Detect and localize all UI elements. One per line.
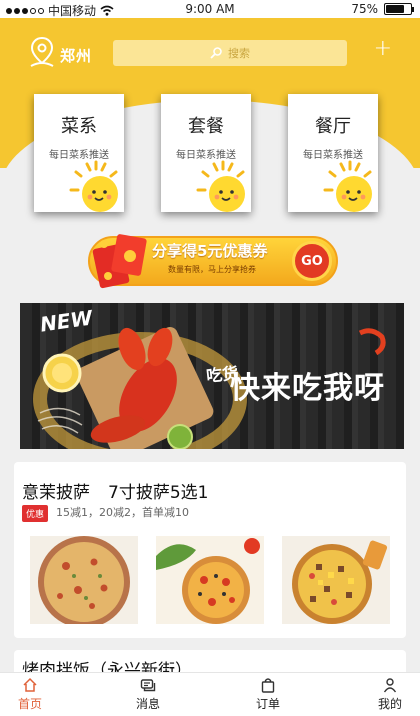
category-card-restaurant[interactable]: 餐厅 每日菜系推送 [288,94,378,212]
restaurant-tagline: 7寸披萨5选1 [108,483,209,503]
promo-banner-image[interactable]: NEW 吃货 快来吃我呀 [20,303,404,449]
sun-mascot-icon [69,160,118,212]
search-input[interactable]: 搜索 [113,40,347,66]
pizza-image[interactable] [282,536,390,624]
tab-label: 我的 [377,697,402,711]
tab-label: 消息 [135,697,160,711]
banner-headline: 快来吃我呀 [230,371,385,406]
pizza-image[interactable] [30,536,138,624]
search-placeholder: 搜索 [228,47,250,60]
pizza-photo-1 [38,536,130,624]
bottom-tab-bar: 首页 消息 订单 我的 [0,672,420,716]
coupon-subtitle: 数量有限，马上分享抢券 [168,265,256,274]
city-name: 郑州 [60,47,93,65]
search-icon [210,47,222,59]
shopping-bag-icon [261,678,275,693]
tab-messages[interactable]: 消息 [118,677,178,712]
message-icon [140,679,156,692]
restaurant-card[interactable]: 意茉披萨 7寸披萨5选1 优惠 15减1，20减2，首单减10 [14,462,406,638]
home-icon [23,677,37,692]
sun-mascot-icon [196,160,245,212]
pizza-photo-2 [156,536,264,624]
category-card-cuisine[interactable]: 菜系 每日菜系推送 [34,94,124,212]
go-button[interactable]: GO [292,241,332,281]
pizza-photo-3 [282,536,390,624]
location-pin-icon [30,36,54,67]
tab-mine[interactable]: 我的 [360,677,420,712]
pizza-image[interactable] [156,536,264,624]
red-envelope-icon [92,234,147,289]
tab-orders[interactable]: 订单 [238,677,298,712]
status-bar: 中国移动 9:00 AM 75% [0,0,420,18]
category-title: 菜系 [61,116,97,137]
location-selector[interactable]: 郑州 [28,36,92,68]
tab-label: 订单 [255,697,280,711]
user-icon [383,678,397,693]
battery-icon [384,3,414,15]
restaurant-name: 意茉披萨 7寸披萨5选1 [22,478,208,503]
category-title: 餐厅 [315,116,351,137]
coupon-title: 分享得5元优惠券 [152,242,268,260]
restaurant-title: 意茉披萨 [22,483,90,503]
battery-percent: 75% [351,2,378,16]
tab-home[interactable]: 首页 [0,677,60,712]
category-card-combo[interactable]: 套餐 每日菜系推送 [161,94,251,212]
sun-mascot-icon [323,160,372,212]
add-button[interactable]: + [374,38,392,60]
share-coupon-banner[interactable]: 分享得5元优惠券 数量有限，马上分享抢券 GO [88,232,338,290]
discount-badge: 优惠 [22,505,49,522]
category-title: 套餐 [188,116,224,137]
discount-text: 15减1，20减2，首单减10 [56,506,189,519]
tab-label: 首页 [17,697,42,711]
